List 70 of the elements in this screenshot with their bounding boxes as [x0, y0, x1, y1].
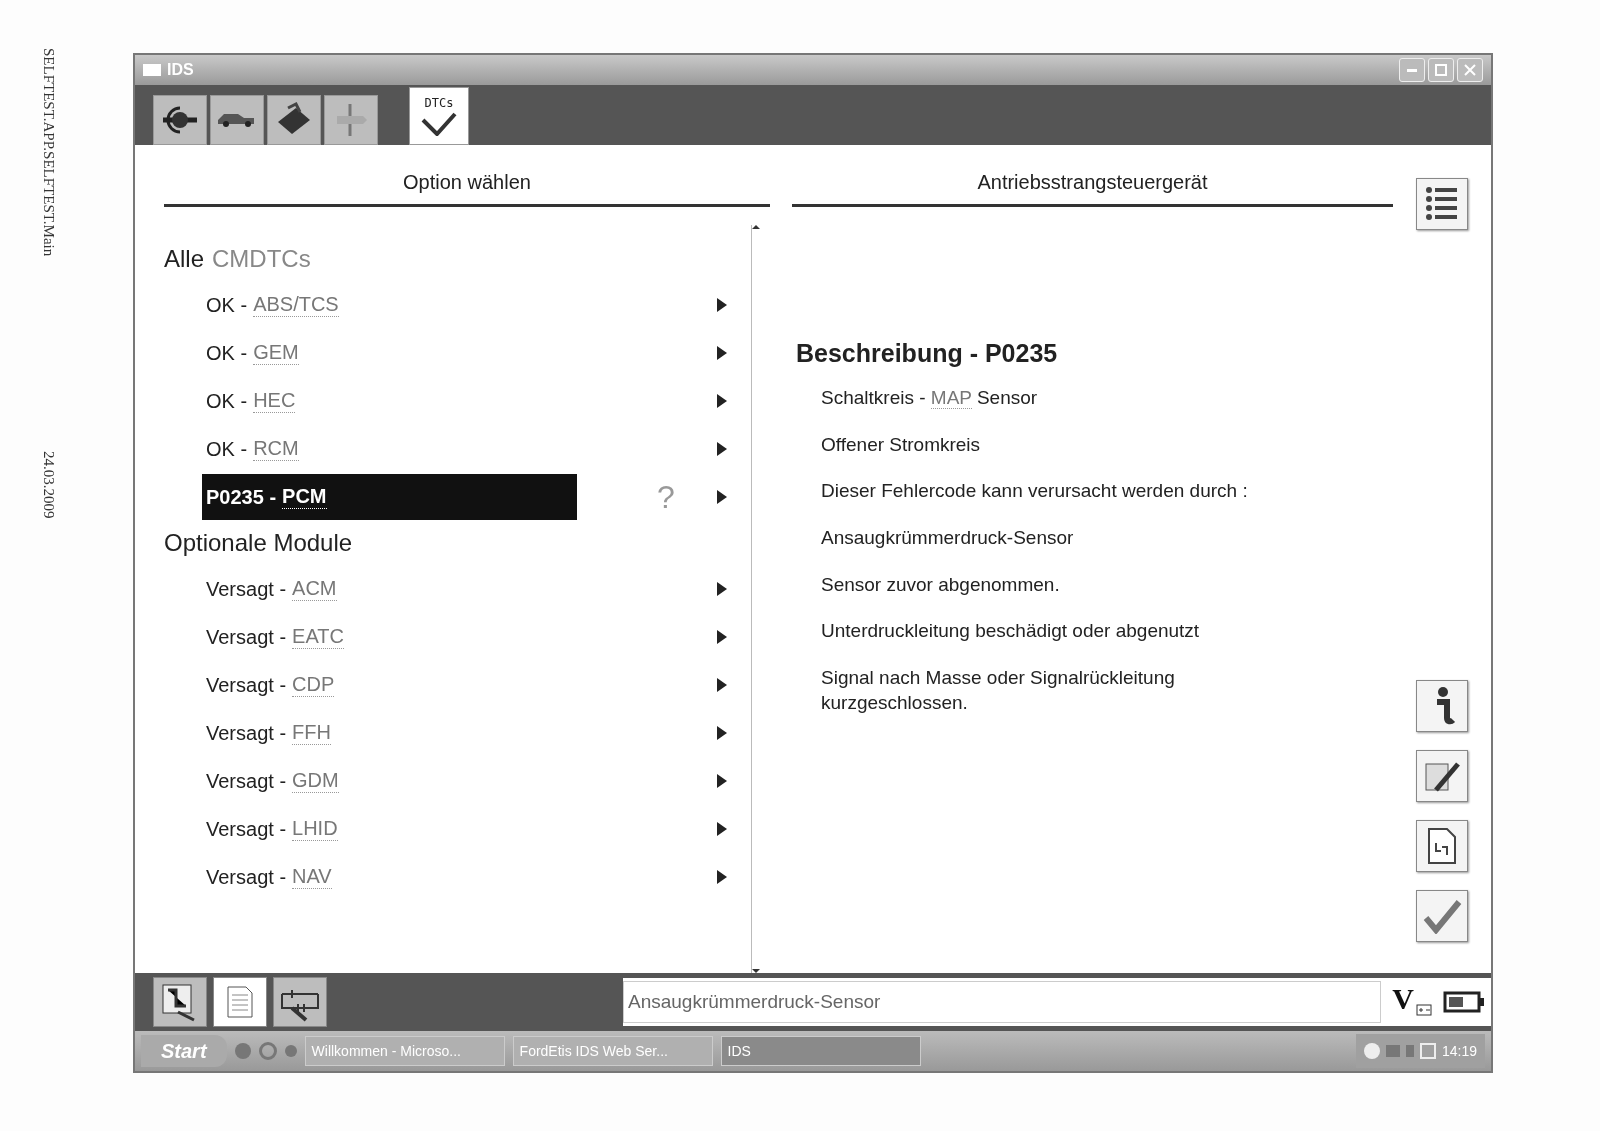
expand-arrow-icon[interactable]	[717, 490, 727, 504]
question-mark: ?	[657, 478, 676, 516]
expand-arrow-icon[interactable]	[717, 726, 727, 740]
toolbar-tab[interactable]	[267, 95, 321, 145]
page-icon	[226, 985, 254, 1019]
description-line: Offener Stromkreis	[820, 432, 982, 457]
description-line: Unterdruckleitung beschädigt oder abgenutzt	[820, 619, 1201, 644]
expand-arrow-icon[interactable]	[717, 822, 727, 836]
dtc-list-item[interactable]: OK - HEC	[202, 378, 577, 424]
dtc-list-item[interactable]: Versagt - ACM	[202, 566, 577, 612]
section-heading: Alle	[164, 245, 205, 273]
bottom-tab[interactable]	[273, 977, 327, 1027]
description-line: Ansaugkrümmerdruck-Sensor	[820, 526, 1075, 551]
description-line: Sensor zuvor abgenommen.	[820, 572, 1061, 597]
battery-voltage-indicator: V	[1387, 982, 1437, 1022]
dtc-list-item[interactable]: Versagt - EATC	[202, 614, 577, 660]
window-title: IDS	[167, 61, 194, 79]
expand-arrow-icon[interactable]	[717, 298, 727, 312]
dtc-list-item[interactable]: Versagt - NAV	[202, 854, 577, 900]
description-line: Dieser Fehlercode kann verursacht werden durch :	[820, 479, 1249, 504]
expand-arrow-icon[interactable]	[717, 442, 727, 456]
window-icon	[143, 64, 161, 76]
panel-title: Option wählen	[164, 163, 770, 207]
bottom-tab[interactable]	[153, 977, 207, 1027]
margin-note: SELFTEST.APP.SELFTEST.Main	[40, 48, 57, 257]
network-icon	[1385, 1045, 1400, 1057]
tray-bar-icon	[1405, 1045, 1414, 1057]
side-button[interactable]	[1416, 680, 1468, 732]
close-icon	[1464, 64, 1476, 76]
connector-icon	[161, 105, 199, 135]
window-tray-icon	[1419, 1043, 1436, 1059]
dtc-list-item[interactable]: Versagt - GDM	[202, 758, 577, 804]
toolbar-tab[interactable]	[210, 95, 264, 145]
dtc-list-item[interactable]: OK - ABS/TCS	[202, 282, 577, 328]
dtc-list-item[interactable]: OK - RCM	[202, 426, 577, 472]
minimize-icon	[1407, 68, 1417, 72]
document-icon	[1427, 827, 1457, 865]
description-heading: Beschreibung - P0235	[796, 339, 1059, 368]
expand-arrow-icon[interactable]	[717, 678, 727, 692]
expand-arrow-icon[interactable]	[717, 346, 727, 360]
expand-arrow-icon[interactable]	[717, 630, 727, 644]
section-heading: Optionale Module	[164, 529, 353, 557]
dtc-list-item[interactable]: Versagt - CDP	[202, 662, 577, 708]
toolbar-tab[interactable]	[153, 95, 207, 145]
tray-circle-icon	[1363, 1043, 1380, 1059]
car-icon	[218, 112, 256, 128]
side-button[interactable]	[1416, 750, 1468, 802]
dtc-list-item[interactable]: P0235 - PCM	[202, 474, 577, 520]
margin-note: 24.03.2009	[40, 451, 57, 519]
maximize-icon	[1435, 64, 1447, 76]
side-button[interactable]	[1416, 178, 1468, 230]
clock: 14:19	[1441, 1043, 1477, 1059]
dtc-list-item[interactable]: Versagt - LHID	[202, 806, 577, 852]
dtc-list-item[interactable]: Versagt - FFH	[202, 710, 577, 756]
expand-arrow-icon[interactable]	[717, 870, 727, 884]
scroll-up-icon[interactable]	[752, 225, 760, 229]
panel-title: Antriebsstrangsteuergerät	[792, 163, 1393, 207]
dtc-list-item[interactable]: OK - GEM	[202, 330, 577, 376]
side-button[interactable]	[1416, 820, 1468, 872]
description-line: Schaltkreis - MAP Sensor	[820, 386, 1039, 411]
toolbar-tab[interactable]: DTCs	[409, 87, 469, 145]
description-link[interactable]: MAP	[930, 387, 972, 409]
expand-arrow-icon[interactable]	[717, 582, 727, 596]
section-link[interactable]: CMDTCs	[212, 245, 311, 273]
expand-arrow-icon[interactable]	[717, 774, 727, 788]
checkmark-icon	[1422, 898, 1462, 934]
battery-icon	[1443, 990, 1485, 1014]
expand-arrow-icon[interactable]	[717, 394, 727, 408]
description-line: Signal nach Masse oder Signalrückleitung kurzgeschlossen.	[820, 666, 1176, 715]
status-field[interactable]: Ansaugkrümmerdruck-Sensor	[623, 981, 1381, 1023]
